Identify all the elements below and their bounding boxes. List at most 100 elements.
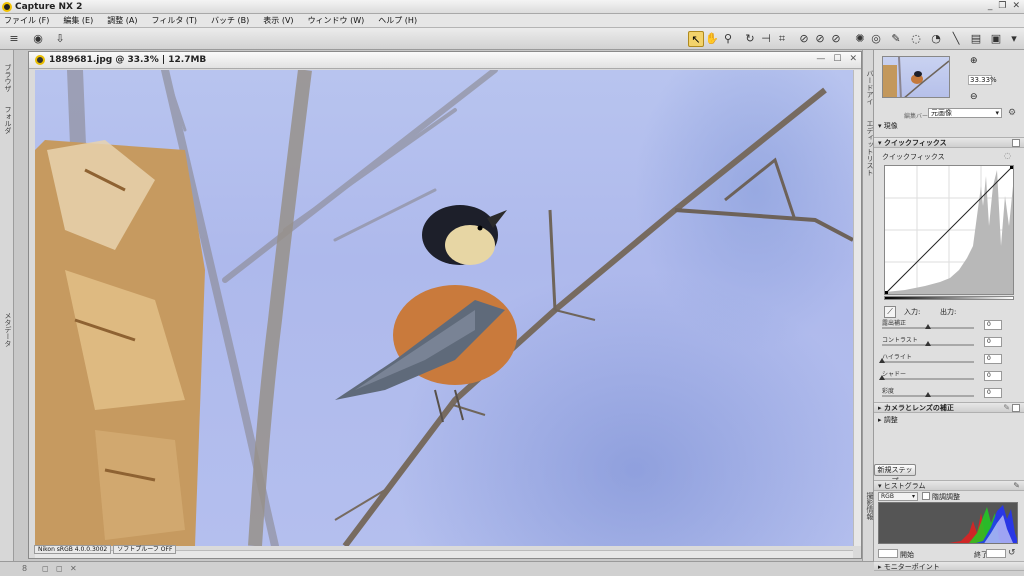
fill-tool-icon[interactable]: ▤ bbox=[968, 31, 984, 47]
histogram-end-field[interactable] bbox=[986, 549, 1006, 558]
metadata-panel-label[interactable]: メタデータ bbox=[3, 312, 13, 347]
undo-icon[interactable]: ↺ bbox=[1008, 548, 1016, 558]
reset-icon[interactable]: ◌ bbox=[1004, 151, 1011, 160]
control-point-neutral-icon[interactable]: ⊘ bbox=[812, 31, 828, 47]
section-monitor-point[interactable]: ▸ モニターポイント bbox=[874, 561, 1024, 571]
zoom-in-icon[interactable]: ⊕ bbox=[970, 56, 978, 66]
slider-value-field[interactable]: 0 bbox=[984, 337, 1002, 347]
slider-label: シャドー bbox=[882, 371, 907, 378]
slider-thumb[interactable] bbox=[925, 392, 931, 397]
lasso-tool-icon[interactable]: ◌ bbox=[908, 31, 924, 47]
dock-icon[interactable]: ◻ bbox=[56, 564, 63, 573]
menu-file[interactable]: ファイル (F) bbox=[4, 15, 49, 26]
rotate-icon[interactable]: ↻ bbox=[742, 31, 758, 47]
slider-row: ハイライト 0 bbox=[879, 352, 1022, 368]
workspace-menu-icon[interactable]: ≡ bbox=[6, 31, 22, 47]
selection-brush-icon[interactable]: ◔ bbox=[928, 31, 944, 47]
document-window: 1889681.jpg @ 33.3% | 12.7MB — ☐ ✕ bbox=[28, 51, 862, 559]
restore-button[interactable]: ❐ bbox=[998, 1, 1006, 11]
settings-icon[interactable]: ⚙ bbox=[1008, 108, 1016, 118]
chevron-down-icon: ▾ bbox=[911, 493, 915, 500]
document-icon bbox=[35, 55, 45, 65]
histogram-options-icon[interactable]: ✎ bbox=[1013, 481, 1020, 491]
slider-track[interactable] bbox=[882, 378, 974, 380]
close-panel-icon[interactable]: ✕ bbox=[70, 564, 77, 573]
histogram-channel-select[interactable]: RGB ▾ bbox=[878, 492, 918, 501]
menu-help[interactable]: ヘルプ (H) bbox=[378, 15, 417, 26]
input-label: 入力: bbox=[904, 308, 921, 316]
tone-adjust-checkbox[interactable] bbox=[922, 492, 930, 500]
crop-tool-icon[interactable]: ⌗ bbox=[774, 31, 790, 47]
control-point-white-icon[interactable]: ⊘ bbox=[828, 31, 844, 47]
histogram-start-label: 開始 bbox=[900, 551, 914, 559]
pin-icon[interactable]: ◻ bbox=[42, 564, 49, 573]
histogram-start-field[interactable] bbox=[878, 549, 898, 558]
slider-thumb[interactable] bbox=[879, 358, 885, 363]
straighten-icon[interactable]: ⊣ bbox=[758, 31, 774, 47]
hand-tool-icon[interactable]: ✋ bbox=[704, 31, 720, 47]
slider-row: コントラスト 0 bbox=[882, 335, 1022, 351]
soft-proof-status[interactable]: ソフトプルーフ OFF bbox=[113, 545, 177, 554]
dropdown-icon[interactable]: ▾ bbox=[1006, 31, 1022, 47]
histogram-svg bbox=[949, 505, 1017, 543]
color-control-point-icon[interactable]: ✺ bbox=[852, 31, 868, 47]
slider-value-field[interactable]: 0 bbox=[984, 388, 1002, 398]
redeye-icon[interactable]: ◎ bbox=[868, 31, 884, 47]
zoom-tool-icon[interactable]: ⚲ bbox=[720, 31, 736, 47]
folder-panel-label[interactable]: フォルダ bbox=[3, 106, 13, 134]
doc-restore-button[interactable]: ☐ bbox=[833, 54, 841, 64]
new-step-button[interactable]: 新規ステップ bbox=[874, 464, 916, 485]
zoom-out-icon[interactable]: ⊖ bbox=[970, 92, 978, 102]
zoom-value[interactable]: 33.33 bbox=[968, 75, 993, 85]
toolbar: ≡ ◉ ⇩ ↖ ✋ ⚲ ↻ ⊣ ⌗ ⊘ ⊘ ⊘ ✺ ◎ ✎ ◌ ◔ ╲ ▤ ▣ … bbox=[0, 28, 1024, 50]
slider-value-field[interactable]: 0 bbox=[984, 371, 1002, 381]
direct-select-tool-icon[interactable]: ↖ bbox=[688, 31, 704, 47]
section-adjust[interactable]: ▸ 調整 bbox=[874, 415, 1024, 426]
version-select[interactable]: 元画像 ▾ bbox=[928, 108, 1002, 118]
section-develop[interactable]: ▾ 現像 bbox=[874, 121, 1024, 132]
tone-curve-graph[interactable] bbox=[884, 165, 1014, 295]
chevron-down-icon: ▾ bbox=[995, 109, 999, 117]
menu-adjust[interactable]: 調整 (A) bbox=[107, 15, 137, 26]
vertical-scrollbar[interactable] bbox=[853, 70, 861, 546]
photo-canvas[interactable] bbox=[35, 70, 853, 546]
slider-track[interactable] bbox=[882, 361, 974, 363]
control-point-black-icon[interactable]: ⊘ bbox=[796, 31, 812, 47]
menu-window[interactable]: ウィンドウ (W) bbox=[308, 15, 365, 26]
menu-view[interactable]: 表示 (V) bbox=[263, 15, 293, 26]
panel-number-label: 8 bbox=[22, 564, 28, 573]
quickfix-checkbox[interactable] bbox=[1012, 139, 1020, 147]
slider-thumb[interactable] bbox=[925, 341, 931, 346]
app-logo-icon bbox=[2, 1, 12, 12]
birdseye-thumbnail[interactable] bbox=[882, 56, 950, 98]
minimize-button[interactable]: _ bbox=[988, 1, 993, 11]
doc-minimize-button[interactable]: — bbox=[816, 54, 825, 64]
browser-panel-label[interactable]: ブラウザ bbox=[3, 64, 13, 92]
menu-filter[interactable]: フィルタ (T) bbox=[152, 15, 198, 26]
gradient-tool-icon[interactable]: ╲ bbox=[948, 31, 964, 47]
bird bbox=[335, 205, 517, 423]
eyedropper-icon[interactable]: ⟋ bbox=[884, 306, 896, 318]
autoretouch-icon[interactable]: ✎ bbox=[888, 31, 904, 47]
close-button[interactable]: ✕ bbox=[1012, 1, 1020, 11]
menu-batch[interactable]: バッチ (B) bbox=[211, 15, 249, 26]
slider-value-field[interactable]: 0 bbox=[984, 320, 1002, 330]
section-quickfix[interactable]: ▾ クイックフィックス bbox=[874, 137, 1024, 148]
slider-thumb[interactable] bbox=[925, 324, 931, 329]
quickfix-sub-label: クイックフィックス bbox=[882, 153, 945, 161]
slider-value-field[interactable]: 0 bbox=[984, 354, 1002, 364]
slider-label: 露出補正 bbox=[882, 320, 907, 327]
browser-icon[interactable]: ◉ bbox=[30, 31, 46, 47]
slider-thumb[interactable] bbox=[879, 375, 885, 380]
export-icon[interactable]: ⇩ bbox=[52, 31, 68, 47]
wrench-icon[interactable]: ✎ bbox=[1003, 403, 1010, 413]
camera-lens-checkbox[interactable] bbox=[1012, 404, 1020, 412]
section-camera-lens[interactable]: ▸ カメラとレンズの補正 ✎ bbox=[874, 402, 1024, 413]
section-histogram[interactable]: ▾ ヒストグラム ✎ bbox=[874, 480, 1024, 491]
menu-edit[interactable]: 編集 (E) bbox=[63, 15, 93, 26]
document-controls: — ☐ ✕ bbox=[816, 54, 857, 64]
fill-remove-icon[interactable]: ▣ bbox=[988, 31, 1004, 47]
doc-close-button[interactable]: ✕ bbox=[849, 54, 857, 64]
menu-bar: ファイル (F) 編集 (E) 調整 (A) フィルタ (T) バッチ (B) … bbox=[0, 14, 1024, 28]
thumbnail-image bbox=[883, 57, 949, 97]
